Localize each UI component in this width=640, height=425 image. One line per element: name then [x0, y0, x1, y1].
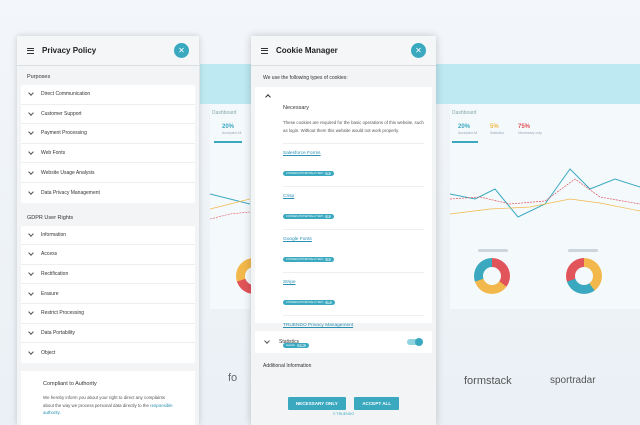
accept-all-button[interactable]: ACCEPT ALL [354, 397, 400, 410]
cookie-manager-panel: Cookie Manager ✕ We use the following ty… [251, 36, 436, 425]
partner-logo: fo [228, 372, 238, 384]
cookie-manager-header: Cookie Manager ✕ [251, 36, 436, 66]
necessary-title: Necessary [283, 105, 309, 111]
chevron-up-icon[interactable] [265, 94, 271, 100]
close-button[interactable]: ✕ [411, 43, 426, 58]
vendor-link[interactable]: TRUENDO Privacy Management [283, 323, 424, 328]
menu-icon[interactable] [261, 47, 268, 54]
purpose-item-payment-processing[interactable]: Payment Processing [21, 124, 195, 144]
statistics-toggle[interactable] [407, 338, 423, 346]
vendor-link[interactable]: Google Fonts [283, 237, 424, 242]
chevron-down-icon [28, 90, 34, 97]
necessary-description: These cookies are required for the basic… [283, 119, 424, 145]
cookie-count-badge: truendo 1 de [283, 343, 309, 349]
dashboard-label: Dashboard [452, 110, 477, 116]
close-button[interactable]: ✕ [174, 43, 189, 58]
menu-icon[interactable] [27, 47, 34, 54]
right-item-information[interactable]: Information [21, 226, 195, 246]
chevron-down-icon [28, 129, 34, 136]
right-item-erasure[interactable]: Erasure [21, 284, 195, 304]
privacy-policy-panel: Privacy Policy ✕ Purposes Direct Communi… [17, 36, 199, 425]
compliant-text: We hereby inform you about your right to… [43, 395, 173, 415]
chevron-down-icon [28, 149, 34, 155]
stat-bar [452, 141, 478, 143]
partner-logo-sportradar: sportradar [550, 375, 596, 386]
stat-necessary: 75% Necessary only [518, 124, 542, 135]
powered-by-label: © TRUENDO [332, 412, 355, 416]
purposes-title: Purposes [27, 74, 51, 80]
privacy-policy-header: Privacy Policy ✕ [17, 36, 199, 66]
rights-list: Information Access Rectification Erasure… [21, 225, 195, 363]
purpose-item-direct-communication[interactable]: Direct Communication [21, 85, 195, 105]
right-item-access[interactable]: Access [21, 245, 195, 265]
dashboard-card-right: Dashboard 20% Accepted All 5% Statistics… [450, 104, 640, 309]
chevron-down-icon [28, 270, 34, 276]
right-item-rectification[interactable]: Rectification [21, 265, 195, 285]
chevron-down-icon [28, 309, 34, 316]
vendor-link[interactable]: Salesforce Forms [283, 151, 424, 156]
vendor-item: Google Fonts COOKIES (POTENTIALLY SET) 1 [283, 230, 424, 274]
stat-bar [214, 141, 242, 143]
purpose-item-customer-support[interactable]: Customer Support [21, 105, 195, 125]
stat-statistics: 5% Statistics [490, 124, 505, 135]
vendor-item: TRUENDO Privacy Management truendo 1 de [283, 316, 424, 358]
chevron-down-icon [264, 338, 270, 344]
chevron-down-icon [28, 328, 34, 335]
vendor-item: Crisp COOKIES (POTENTIALLY SET) 3 [283, 187, 424, 231]
vendor-link[interactable]: Crisp [283, 194, 424, 199]
donut-caption [568, 249, 598, 252]
cookie-count-badge: COOKIES (POTENTIALLY SET) 3 [283, 214, 334, 220]
vendor-item: Salesforce Forms COOKIES (POTENTIALLY SE… [283, 144, 424, 188]
chevron-down-icon [28, 168, 34, 175]
chevron-down-icon [28, 231, 34, 237]
purpose-item-website-usage-analysis[interactable]: Website Usage Analysis [21, 163, 195, 183]
dashboard-label: Dashboard [212, 110, 237, 116]
chevron-down-icon [28, 250, 34, 257]
chevron-down-icon [28, 289, 34, 296]
partner-logo-formstack: formstack [464, 375, 512, 387]
stat-accepted: 20% Accepted All [458, 124, 478, 135]
stat-accepted: 20% Accepted All [222, 124, 242, 135]
cookie-intro: We use the following types of cookies: [263, 75, 348, 81]
donut-caption [478, 249, 508, 252]
purposes-list: Direct Communication Customer Support Pa… [21, 85, 195, 203]
purpose-item-data-privacy-management[interactable]: Data Privacy Management [21, 183, 195, 203]
cookie-manager-title: Cookie Manager [276, 46, 338, 55]
privacy-policy-title: Privacy Policy [42, 46, 97, 55]
chevron-down-icon [28, 188, 34, 195]
right-item-object[interactable]: Object [21, 343, 195, 363]
right-item-data-portability[interactable]: Data Portability [21, 324, 195, 344]
necessary-only-button[interactable]: NECESSARY ONLY [287, 397, 346, 410]
gdpr-rights-title: GDPR User Rights [27, 214, 74, 221]
vendor-item: Stripe COOKIES (POTENTIALLY SET) 17 [283, 273, 424, 317]
compliant-title: Compliant to Authority [43, 381, 97, 387]
line-chart-right [450, 168, 640, 218]
right-item-restrict-processing[interactable]: Restrict Processing [21, 304, 195, 324]
chevron-down-icon [28, 110, 34, 116]
cookie-count-badge: COOKIES (POTENTIALLY SET) 1 [283, 257, 334, 263]
donut-chart [474, 258, 510, 294]
cookie-footer: NECESSARY ONLY ACCEPT ALL © TRUENDO [251, 391, 436, 425]
line-chart-left [210, 193, 250, 220]
cookie-count-badge: COOKIES (POTENTIALLY SET) 9 [283, 171, 334, 177]
dashboard-card-left: Dashboard 20% Accepted All [210, 104, 272, 309]
donut-chart [566, 258, 602, 294]
purpose-item-web-fonts[interactable]: Web Fonts [21, 144, 195, 164]
chevron-down-icon [28, 349, 34, 355]
cookie-count-badge: COOKIES (POTENTIALLY SET) 17 [283, 300, 336, 306]
necessary-section: Necessary These cookies are required for… [255, 87, 432, 349]
compliant-authority-section: Compliant to Authority We hereby inform … [21, 371, 195, 425]
vendor-link[interactable]: Stripe [283, 280, 424, 285]
